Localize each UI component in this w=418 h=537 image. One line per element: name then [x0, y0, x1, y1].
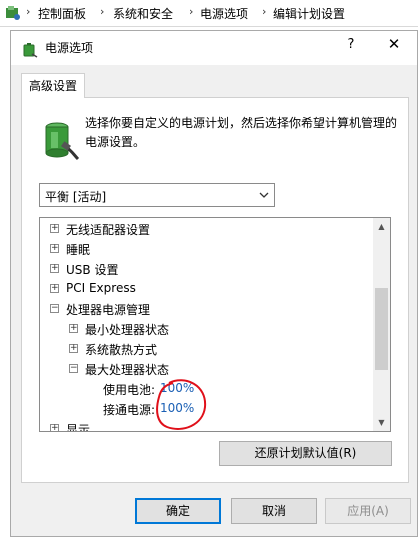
dialog-titlebar: 电源选项 ? ✕	[11, 31, 417, 65]
cancel-button[interactable]: 取消	[231, 498, 317, 524]
collapse-icon[interactable]: −	[50, 304, 59, 313]
expand-icon[interactable]: +	[69, 324, 78, 333]
plugged-in-value[interactable]: 100%	[160, 401, 194, 415]
tree-item-label: 最大处理器状态	[85, 363, 170, 377]
tree-item-label: 接通电源:	[103, 403, 156, 417]
breadcrumb-control-panel[interactable]: 控制面板	[38, 5, 86, 22]
settings-tree[interactable]: + 无线适配器设置 + 睡眠 + USB 设置 + PCI Express − …	[39, 217, 391, 432]
expand-icon[interactable]: +	[50, 264, 59, 273]
expand-icon[interactable]: +	[50, 244, 59, 253]
breadcrumb-edit-plan[interactable]: 编辑计划设置	[273, 5, 345, 22]
expand-icon[interactable]: +	[50, 224, 59, 233]
breadcrumb-separator: ›	[100, 5, 105, 18]
breadcrumb-power-options[interactable]: 电源选项	[200, 5, 248, 22]
tree-scrollbar[interactable]: ▲ ▼	[373, 218, 390, 431]
scroll-up-icon[interactable]: ▲	[373, 218, 390, 235]
breadcrumb-system-security[interactable]: 系统和安全	[113, 5, 173, 22]
close-button[interactable]: ✕	[383, 35, 405, 57]
tree-item-label: 无线适配器设置	[66, 223, 151, 237]
restore-defaults-button[interactable]: 还原计划默认值(R)	[219, 441, 392, 466]
tree-item-label: USB 设置	[66, 263, 119, 277]
breadcrumb-separator: ›	[26, 5, 31, 18]
scrollbar-thumb[interactable]	[375, 288, 388, 370]
battery-icon	[23, 43, 38, 58]
apply-button[interactable]: 应用(A)	[325, 498, 411, 524]
plan-select-value: 平衡 [活动]	[45, 190, 107, 204]
tree-item-label: 最小处理器状态	[85, 323, 170, 337]
scroll-down-icon[interactable]: ▼	[373, 414, 390, 431]
tab-advanced-settings[interactable]: 高级设置	[21, 73, 85, 98]
dialog-title: 电源选项	[45, 41, 94, 55]
tree-item-label: 处理器电源管理	[66, 303, 151, 317]
help-button[interactable]: ?	[341, 37, 361, 57]
tree-item-label: 显示	[66, 423, 91, 432]
tree-item-label: PCI Express	[66, 281, 136, 295]
power-options-dialog: 电源选项 ? ✕ 高级设置 选择你要自定义的电源计划，然后选择你希望计算机管理的…	[10, 30, 418, 537]
breadcrumb-separator: ›	[189, 5, 194, 18]
expand-icon[interactable]: +	[50, 284, 59, 293]
breadcrumb-separator: ›	[262, 5, 267, 18]
tree-item-label: 睡眠	[66, 243, 91, 257]
battery-plug-icon	[45, 122, 80, 161]
chevron-down-icon	[259, 192, 269, 198]
tree-item-label: 系统散热方式	[85, 343, 158, 357]
description-text: 选择你要自定义的电源计划，然后选择你希望计算机管理的电源设置。	[85, 116, 398, 149]
collapse-icon[interactable]: −	[69, 364, 78, 373]
tree-item-label: 使用电池:	[103, 383, 156, 397]
on-battery-value[interactable]: 100%	[160, 381, 194, 395]
control-panel-icon	[6, 6, 20, 20]
plan-select[interactable]: 平衡 [活动]	[39, 183, 275, 207]
expand-icon[interactable]: +	[50, 424, 59, 431]
expand-icon[interactable]: +	[69, 344, 78, 353]
breadcrumb: › 控制面板 › 系统和安全 › 电源选项 › 编辑计划设置	[0, 0, 418, 27]
ok-button[interactable]: 确定	[135, 498, 221, 524]
